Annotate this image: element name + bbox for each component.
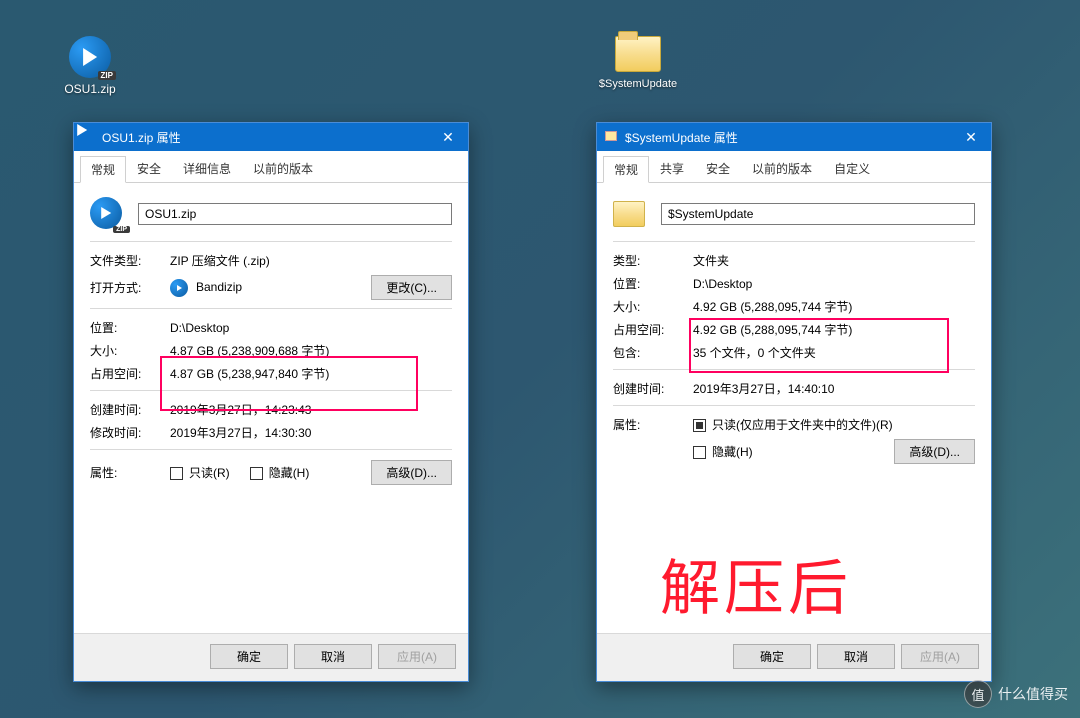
cancel-button[interactable]: 取消 <box>294 644 372 669</box>
tab-security[interactable]: 安全 <box>126 155 172 182</box>
value-contains: 35 个文件，0 个文件夹 <box>693 344 975 361</box>
tab-previous[interactable]: 以前的版本 <box>741 155 823 182</box>
label-openwith: 打开方式: <box>90 279 170 296</box>
label-disksize: 占用空间: <box>613 321 693 338</box>
label-attributes: 属性: <box>613 416 693 433</box>
value-size: 4.87 GB (5,238,909,688 字节) <box>170 342 452 359</box>
tab-details[interactable]: 详细信息 <box>172 155 242 182</box>
readonly-checkbox[interactable] <box>170 467 183 480</box>
dialog-body: ZIP 文件类型:ZIP 压缩文件 (.zip) 打开方式: Bandizip … <box>74 183 468 633</box>
desktop-icon-folder[interactable]: $SystemUpdate <box>598 34 678 90</box>
attribute-checkboxes: 只读(仅应用于文件夹中的文件)(R) <box>693 416 975 433</box>
filename-input[interactable] <box>138 203 452 225</box>
value-location: D:\Desktop <box>170 321 452 335</box>
value-size: 4.92 GB (5,288,095,744 字节) <box>693 298 975 315</box>
label-created: 创建时间: <box>613 380 693 397</box>
properties-dialog-zip: OSU1.zip 属性 ✕ 常规 安全 详细信息 以前的版本 ZIP 文件类型:… <box>73 122 469 682</box>
value-created: 2019年3月27日，14:23:43 <box>170 401 452 418</box>
label-size: 大小: <box>90 342 170 359</box>
file-icon: ZIP <box>90 197 124 231</box>
close-icon[interactable]: ✕ <box>951 123 991 151</box>
label-type: 文件类型: <box>90 252 170 269</box>
titlebar-folder-icon <box>605 130 619 144</box>
apply-button[interactable]: 应用(A) <box>901 644 979 669</box>
tab-security[interactable]: 安全 <box>695 155 741 182</box>
value-modified: 2019年3月27日，14:30:30 <box>170 424 452 441</box>
dialog-footer: 确定 取消 应用(A) <box>597 633 991 681</box>
label-created: 创建时间: <box>90 401 170 418</box>
ok-button[interactable]: 确定 <box>210 644 288 669</box>
desktop-icon-label: OSU1.zip <box>50 82 130 96</box>
tab-general[interactable]: 常规 <box>603 156 649 183</box>
value-type: ZIP 压缩文件 (.zip) <box>170 252 452 269</box>
label-modified: 修改时间: <box>90 424 170 441</box>
cancel-button[interactable]: 取消 <box>817 644 895 669</box>
tab-general[interactable]: 常规 <box>80 156 126 183</box>
hidden-label: 隐藏(H) <box>269 466 310 480</box>
value-openwith: Bandizip <box>170 279 371 297</box>
dialog-footer: 确定 取消 应用(A) <box>74 633 468 681</box>
tabs: 常规 安全 详细信息 以前的版本 <box>74 151 468 183</box>
readonly-label: 只读(R) <box>189 466 230 480</box>
zip-badge: ZIP <box>98 71 116 80</box>
value-disksize: 4.87 GB (5,238,947,840 字节) <box>170 365 452 382</box>
value-disksize: 4.92 GB (5,288,095,744 字节) <box>693 321 975 338</box>
readonly-label: 只读(仅应用于文件夹中的文件)(R) <box>712 418 893 432</box>
value-type: 文件夹 <box>693 252 975 269</box>
watermark-icon: 值 <box>964 680 992 708</box>
titlebar[interactable]: OSU1.zip 属性 ✕ <box>74 123 468 151</box>
close-icon[interactable]: ✕ <box>428 123 468 151</box>
advanced-button[interactable]: 高级(D)... <box>894 439 975 464</box>
watermark-text: 什么值得买 <box>998 684 1068 704</box>
tab-custom[interactable]: 自定义 <box>823 155 881 182</box>
titlebar-title: $SystemUpdate 属性 <box>625 129 951 146</box>
folder-icon <box>613 197 647 231</box>
hidden-label: 隐藏(H) <box>712 445 753 459</box>
attribute-checkboxes: 只读(R) 隐藏(H) <box>170 464 371 481</box>
change-button[interactable]: 更改(C)... <box>371 275 452 300</box>
titlebar-title: OSU1.zip 属性 <box>102 129 428 146</box>
tab-sharing[interactable]: 共享 <box>649 155 695 182</box>
label-disksize: 占用空间: <box>90 365 170 382</box>
label-attributes: 属性: <box>90 464 170 481</box>
bandizip-icon <box>170 279 188 297</box>
titlebar-zip-icon <box>82 130 96 144</box>
apply-button[interactable]: 应用(A) <box>378 644 456 669</box>
advanced-button[interactable]: 高级(D)... <box>371 460 452 485</box>
desktop-icon-zip[interactable]: ZIP OSU1.zip <box>50 36 130 96</box>
label-type: 类型: <box>613 252 693 269</box>
label-size: 大小: <box>613 298 693 315</box>
desktop-icon-label: $SystemUpdate <box>598 78 678 90</box>
hidden-checkbox[interactable] <box>250 467 263 480</box>
value-location: D:\Desktop <box>693 277 975 291</box>
watermark: 值 什么值得买 <box>964 680 1068 708</box>
filename-input[interactable] <box>661 203 975 225</box>
titlebar[interactable]: $SystemUpdate 属性 ✕ <box>597 123 991 151</box>
value-created: 2019年3月27日，14:40:10 <box>693 380 975 397</box>
label-contains: 包含: <box>613 344 693 361</box>
folder-icon <box>615 36 661 72</box>
annotation-text: 解压后 <box>660 540 852 627</box>
tabs: 常规 共享 安全 以前的版本 自定义 <box>597 151 991 183</box>
ok-button[interactable]: 确定 <box>733 644 811 669</box>
hidden-checkbox[interactable] <box>693 446 706 459</box>
label-location: 位置: <box>613 275 693 292</box>
hidden-row: 隐藏(H) <box>693 443 894 460</box>
readonly-checkbox[interactable] <box>693 419 706 432</box>
label-location: 位置: <box>90 319 170 336</box>
tab-previous[interactable]: 以前的版本 <box>242 155 324 182</box>
